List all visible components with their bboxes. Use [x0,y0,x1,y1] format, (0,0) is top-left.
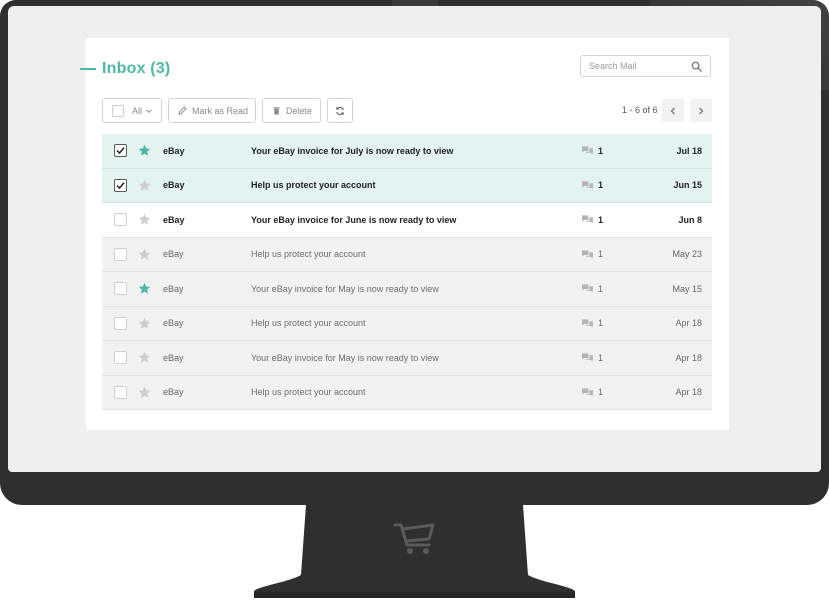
message-sender: eBay [163,214,185,225]
message-sender: eBay [163,249,184,260]
message-sender: eBay [163,145,185,156]
conversation-icon [582,284,593,293]
pagination-text: 1 - 6 of 6 [622,105,658,115]
refresh-icon [335,106,345,115]
message-row[interactable]: eBay Help us protect your account 1 Apr 18 [102,306,712,341]
message-row[interactable]: eBay Your eBay invoice for July is now re… [102,134,712,169]
inbox-title: Inbox (3) [80,60,170,78]
message-sender: eBay [163,283,184,294]
refresh-button[interactable] [327,98,353,123]
message-count: 1 [598,180,604,191]
message-checkbox[interactable] [114,144,127,158]
message-checkbox[interactable] [114,282,127,296]
conversation-icon [582,353,593,362]
pencil-icon [178,106,187,115]
message-subject: Help us protect your account [251,180,376,191]
message-date: Apr 18 [675,352,702,363]
select-all-dropdown[interactable]: All [102,98,162,123]
conversation-icon [582,319,593,328]
star-icon[interactable] [138,282,151,295]
search-icon[interactable] [691,61,702,72]
message-subject: Your eBay invoice for June is now ready … [251,214,457,225]
message-list: eBay Your eBay invoice for July is now re… [102,134,712,410]
message-checkbox[interactable] [114,351,127,365]
star-icon[interactable] [138,179,151,192]
star-icon[interactable] [138,351,151,364]
search-input[interactable] [589,61,691,71]
delete-button[interactable]: Delete [262,98,321,123]
message-checkbox[interactable] [114,178,127,192]
message-row[interactable]: eBay Your eBay invoice for May is now rea… [102,272,712,307]
message-row[interactable]: eBay Help us protect your account 1 Apr 18 [102,375,712,410]
message-subject: Your eBay invoice for July is now ready … [251,145,454,156]
select-all-checkbox[interactable] [112,104,124,117]
message-date: Apr 18 [675,318,702,329]
message-checkbox[interactable] [114,316,127,330]
message-row[interactable]: eBay Your eBay invoice for June is now re… [102,203,712,238]
message-count: 1 [598,145,604,156]
star-icon[interactable] [138,317,151,330]
message-checkbox[interactable] [114,385,127,399]
message-checkbox[interactable] [114,213,127,227]
mark-as-read-label: Mark as Read [192,105,249,116]
search-box[interactable] [580,55,711,77]
message-date: Jul 18 [676,145,702,156]
star-icon[interactable] [138,144,151,157]
message-subject: Your eBay invoice for May is now ready t… [251,352,439,363]
message-row[interactable]: eBay Help us protect your account 1 May 23 [102,237,712,272]
star-icon[interactable] [138,386,151,399]
message-row[interactable]: eBay Help us protect your account 1 Jun 15 [102,168,712,203]
message-count: 1 [598,387,604,398]
message-subject: Help us protect your account [251,387,366,398]
message-date: Jun 15 [673,180,702,191]
message-date: Jun 8 [678,214,702,225]
message-sender: eBay [163,318,184,329]
message-subject: Your eBay invoice for May is now ready t… [251,283,439,294]
message-count: 1 [598,249,604,260]
message-subject: Help us protect your account [251,249,366,260]
message-count: 1 [598,352,604,363]
message-count: 1 [598,318,604,329]
conversation-icon [582,388,593,397]
chevron-left-icon [670,107,675,114]
trash-icon [273,107,280,115]
message-date: May 23 [672,249,702,260]
mark-as-read-button[interactable]: Mark as Read [168,98,256,123]
conversation-icon [582,250,593,259]
previous-page-button[interactable] [662,99,684,122]
conversation-icon [582,146,593,155]
message-subject: Help us protect your account [251,318,366,329]
cart-icon [393,523,435,554]
chevron-right-icon [699,107,704,114]
select-all-label: All [132,105,143,116]
star-icon[interactable] [138,213,151,226]
page-title: Inbox (3) [102,60,171,77]
message-checkbox[interactable] [114,247,127,261]
message-date: Apr 18 [675,387,702,398]
conversation-icon [582,181,593,190]
message-sender: eBay [163,387,184,398]
chevron-down-icon [146,108,152,113]
message-sender: eBay [163,352,184,363]
delete-label: Delete [286,105,313,116]
title-accent-dash [80,68,96,70]
message-date: May 15 [672,283,702,294]
star-icon[interactable] [138,248,151,261]
message-row[interactable]: eBay Your eBay invoice for May is now rea… [102,341,712,376]
checkmark-icon [116,147,125,155]
next-page-button[interactable] [690,99,712,122]
message-count: 1 [598,283,604,294]
checkmark-icon [116,182,125,189]
conversation-icon [582,215,593,224]
message-count: 1 [598,214,604,225]
message-sender: eBay [163,180,185,191]
